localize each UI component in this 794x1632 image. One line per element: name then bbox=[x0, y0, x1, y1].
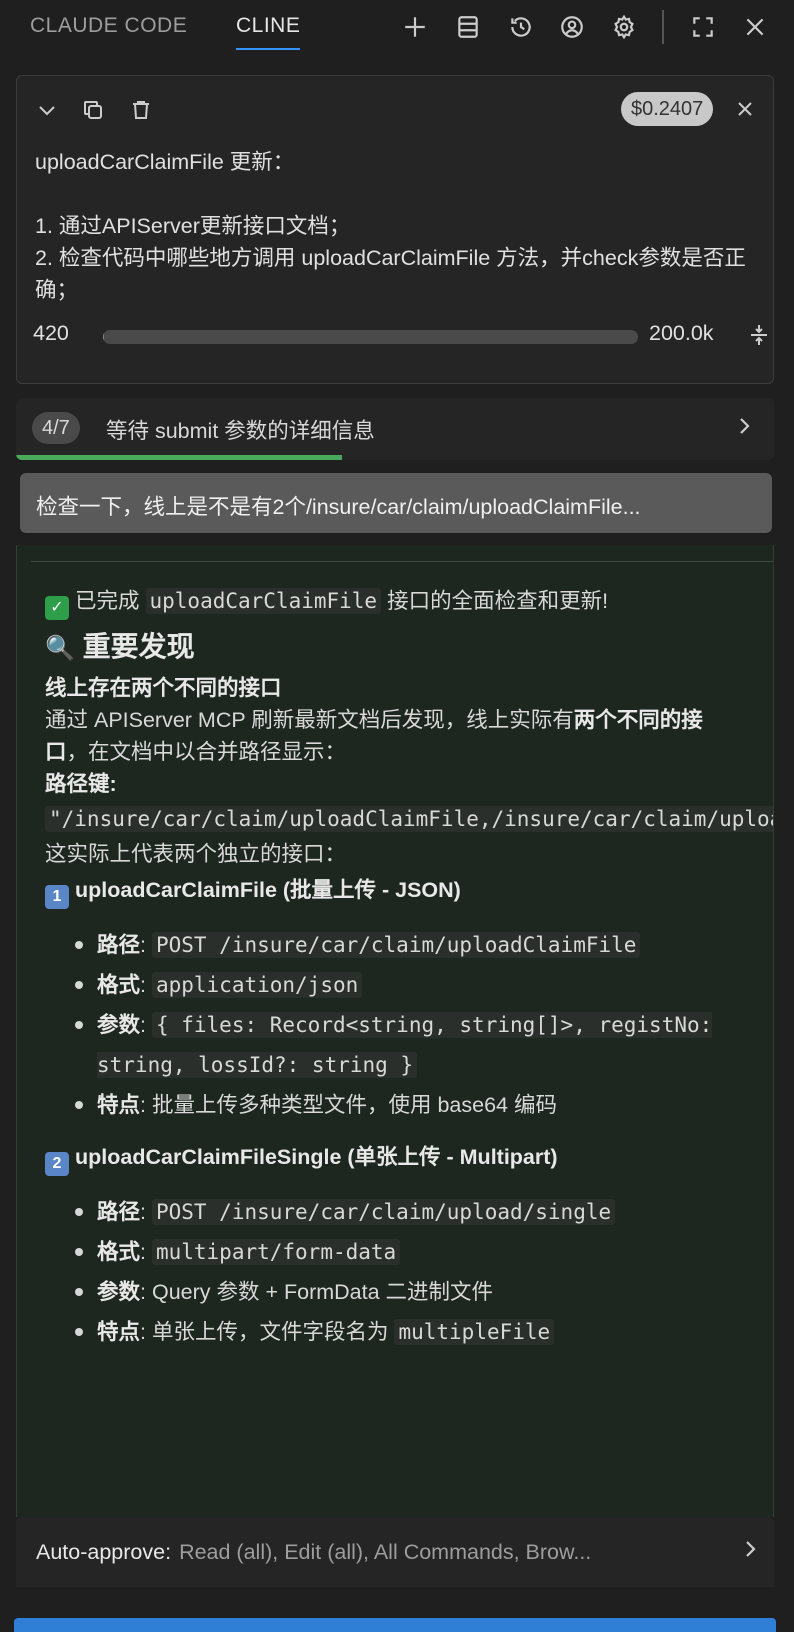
list-item: 特点: 单张上传，文件字段名为 multipleFile bbox=[71, 1312, 745, 1352]
plus-icon[interactable] bbox=[400, 12, 430, 42]
chevron-right-icon[interactable] bbox=[738, 1537, 766, 1565]
api1-title: 1 uploadCarClaimFile (批量上传 - JSON) bbox=[45, 874, 745, 909]
task-description: uploadCarClaimFile 更新： 1. 通过APIServer更新接… bbox=[35, 150, 746, 302]
close-icon[interactable] bbox=[740, 12, 770, 42]
step-progress-fill bbox=[16, 455, 342, 460]
list-item: 特点: 批量上传多种类型文件，使用 base64 编码 bbox=[71, 1085, 745, 1125]
auto-approve-label: Auto-approve: bbox=[36, 1539, 172, 1564]
step-count-badge: 4/7 bbox=[32, 412, 80, 444]
path-key-label: 路径键: bbox=[45, 772, 117, 796]
chevron-right-icon[interactable] bbox=[732, 414, 760, 442]
resume-task-button[interactable]: Resume Task bbox=[14, 1618, 776, 1632]
list-item: 路径: POST /insure/car/claim/uploadClaimFi… bbox=[71, 925, 745, 965]
api2-title: 2 uploadCarClaimFileSingle (单张上传 - Multip… bbox=[45, 1141, 745, 1176]
task-card: $0.2407 uploadCarClaimFile 更新： 1. 通过APIS… bbox=[16, 75, 774, 384]
path-key-value: "/insure/car/claim/uploadClaimFile,/insu… bbox=[45, 800, 773, 838]
compress-icon[interactable] bbox=[745, 321, 773, 349]
auto-approve-bar[interactable]: Auto-approve: Read (all), Edit (all), Al… bbox=[16, 1517, 774, 1587]
tokens-used: 420 bbox=[33, 321, 69, 345]
paragraph-two-apis: 这实际上代表两个独立的接口： bbox=[45, 842, 347, 866]
account-icon[interactable] bbox=[557, 12, 587, 42]
list-item: 格式: multipart/form-data bbox=[71, 1232, 745, 1272]
keycap-two-icon: 2 bbox=[45, 1152, 69, 1176]
trash-icon[interactable] bbox=[127, 96, 155, 124]
subheading-two-apis: 线上存在两个不同的接口 bbox=[45, 676, 282, 700]
cost-badge: $0.2407 bbox=[621, 92, 714, 126]
gear-icon[interactable] bbox=[609, 12, 639, 42]
fullscreen-icon[interactable] bbox=[688, 12, 718, 42]
paragraph-apiserver: 通过 APIServer MCP 刷新最新文档后发现，线上实际有两个不同的接口，… bbox=[45, 708, 703, 764]
completion-line: ✓ 已完成 uploadCarClaimFile 接口的全面检查和更新! bbox=[45, 585, 745, 620]
copy-icon[interactable] bbox=[79, 96, 107, 124]
keycap-one-icon: 1 bbox=[45, 885, 69, 909]
divider bbox=[31, 561, 773, 562]
toolbar-separator bbox=[662, 10, 664, 44]
task-step-bar[interactable]: 4/7 等待 submit 参数的详细信息 bbox=[16, 398, 774, 460]
api1-list: 路径: POST /insure/car/claim/uploadClaimFi… bbox=[71, 925, 745, 1125]
top-tab-bar: CLAUDE CODE CLINE bbox=[0, 0, 794, 56]
magnifier-icon: 🔍 bbox=[45, 635, 75, 662]
assistant-response: ✓ 已完成 uploadCarClaimFile 接口的全面检查和更新! 🔍 重要… bbox=[16, 545, 774, 1517]
user-message: 检查一下，线上是不是有2个/insure/car/claim/uploadCla… bbox=[20, 473, 772, 533]
close-task-icon[interactable] bbox=[731, 95, 759, 123]
context-progress-fill bbox=[103, 330, 105, 344]
list-item: 参数: { files: Record<string, string[]>, r… bbox=[71, 1005, 745, 1085]
api2-list: 路径: POST /insure/car/claim/upload/single… bbox=[71, 1192, 745, 1352]
list-item: 参数: Query 参数 + FormData 二进制文件 bbox=[71, 1272, 745, 1312]
tab-cline[interactable]: CLINE bbox=[236, 14, 301, 50]
history-list-icon[interactable] bbox=[453, 12, 483, 42]
context-window-row: 420 200.0k bbox=[33, 321, 767, 351]
section-heading: 🔍 重要发现 bbox=[45, 631, 195, 662]
check-mark-icon: ✓ bbox=[45, 596, 69, 620]
tokens-max: 200.0k bbox=[649, 321, 714, 345]
chevron-down-icon[interactable] bbox=[33, 96, 61, 124]
list-item: 格式: application/json bbox=[71, 965, 745, 1005]
tab-claude-code[interactable]: CLAUDE CODE bbox=[30, 14, 187, 50]
inline-code: uploadCarClaimFile bbox=[145, 588, 382, 614]
list-item: 路径: POST /insure/car/claim/upload/single bbox=[71, 1192, 745, 1232]
clock-history-icon[interactable] bbox=[506, 12, 536, 42]
step-label: 等待 submit 参数的详细信息 bbox=[106, 419, 375, 443]
context-progress-bar bbox=[103, 330, 638, 344]
auto-approve-value: Read (all), Edit (all), All Commands, Br… bbox=[179, 1539, 592, 1564]
